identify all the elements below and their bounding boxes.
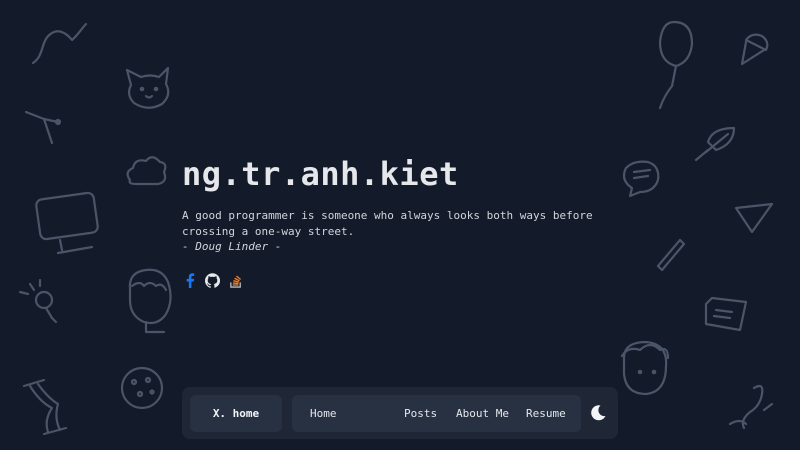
github-icon [205, 272, 220, 288]
cloud-doodle [126, 156, 167, 186]
brand-button[interactable]: X. home [190, 395, 282, 432]
triangle-doodle [734, 202, 774, 234]
stackoverflow-link[interactable] [228, 273, 243, 288]
squiggle-doodle [31, 22, 88, 65]
nav-links: Home Posts About Me Resume [292, 395, 581, 432]
site-title: ng.tr.anh.kiet [182, 155, 459, 193]
cookie-doodle [120, 366, 164, 410]
quote-text: A good programmer is someone who always … [182, 209, 593, 238]
squiggle-doodle-right [728, 384, 774, 430]
navbar: X. home Home Posts About Me Resume [182, 387, 618, 439]
facebook-icon [186, 272, 194, 288]
moon-icon [591, 405, 606, 421]
hero-section: ng.tr.anh.kiet A good programmer is some… [182, 154, 602, 288]
pen-doodle [656, 238, 686, 272]
paper-doodle [704, 296, 748, 332]
nav-link-home[interactable]: Home [310, 395, 337, 432]
hourglass-doodle [22, 378, 68, 436]
monitor-doodle [35, 191, 99, 255]
speech-bubble-doodle [622, 160, 660, 198]
social-links [182, 272, 602, 288]
nav-link-about-me[interactable]: About Me [456, 395, 509, 432]
face-doodle-left [128, 268, 172, 334]
lightbulb-doodle [18, 278, 58, 324]
quote-author: - Doug Linder - [182, 240, 282, 253]
theme-toggle-button[interactable] [588, 403, 608, 423]
nav-link-posts[interactable]: Posts [404, 395, 437, 432]
facebook-link[interactable] [182, 272, 197, 288]
face-doodle-right [620, 340, 670, 396]
stand-doodle [24, 110, 62, 145]
nav-link-resume[interactable]: Resume [526, 395, 566, 432]
leaf-doodle [694, 126, 736, 162]
page: ng.tr.anh.kiet A good programmer is some… [0, 0, 800, 450]
icecream-doodle [740, 33, 769, 66]
github-link[interactable] [205, 272, 220, 288]
cat-doodle [125, 66, 170, 109]
balloon-doodle [658, 20, 694, 110]
stackoverflow-icon [229, 274, 241, 288]
